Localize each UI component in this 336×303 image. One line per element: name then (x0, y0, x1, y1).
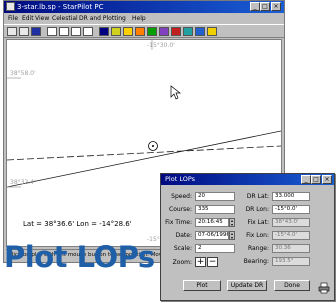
star-icon[interactable] (147, 27, 157, 36)
speed-field[interactable]: 20 (195, 192, 235, 201)
zoom-in-button[interactable]: + (195, 257, 206, 267)
done-button[interactable]: Done (274, 280, 310, 291)
dialog-close-button[interactable]: × (322, 175, 332, 184)
menu-help[interactable]: Help (132, 14, 146, 23)
close-button[interactable]: × (271, 2, 281, 11)
date-field[interactable]: 07-06/1996 (195, 231, 229, 240)
window-title: 3-star.lb.sp - StarPilot PC (17, 3, 104, 11)
maximize-button[interactable]: □ (260, 2, 270, 11)
range-field: 30.36 (272, 244, 310, 253)
copy-icon[interactable] (59, 27, 69, 36)
sun-icon[interactable] (111, 27, 121, 36)
menu-edit[interactable]: Edit (22, 14, 34, 23)
scale-label: Scale: (173, 245, 192, 252)
bearing-label: Bearing: (243, 258, 269, 265)
caption: Plot LOPs (4, 240, 155, 274)
dialog-minimize-button[interactable]: _ (301, 175, 311, 184)
mouse-cursor-icon (170, 85, 182, 100)
dr-lon-label: DR Lon: (245, 206, 269, 213)
date-spinner[interactable]: ▴ ▾ (229, 231, 235, 240)
course-label: Course: (169, 206, 192, 213)
menu-file[interactable]: File (8, 14, 18, 23)
printer-icon-svg (318, 282, 330, 294)
range-label: Range: (247, 245, 269, 252)
bearing-field: 193.5° (272, 257, 310, 266)
plot-lops-dialog: Plot LOPs _ □ × Speed: 20 Course: 335 Fi… (160, 173, 335, 301)
app-icon[interactable] (6, 2, 15, 11)
open-icon[interactable] (19, 27, 29, 36)
save-icon[interactable] (31, 27, 41, 36)
plot-icon[interactable] (99, 27, 109, 36)
menu-view[interactable]: View (35, 14, 49, 23)
grid-icon[interactable] (183, 27, 193, 36)
fix-marker-dot (152, 145, 154, 147)
paste-icon[interactable] (71, 27, 81, 36)
fix-time-label: Fix Time: (165, 219, 192, 226)
dr-lon-field[interactable]: -15°0.0' (272, 205, 310, 214)
minimize-button[interactable]: _ (250, 2, 260, 11)
dialog-title: Plot LOPs (165, 175, 196, 183)
planet-icon[interactable] (135, 27, 145, 36)
print-icon[interactable] (83, 27, 93, 36)
lop-line-dashed (7, 145, 281, 161)
fix-lon-field: -15°4.0' (272, 231, 310, 240)
title-bar[interactable]: 3-star.lb.sp - StarPilot PC _ □ × (4, 1, 284, 13)
position-readout: Lat = 38°36.6' Lon = -14°28.6' (23, 220, 132, 228)
menu-dr-and-plotting[interactable]: DR and Plotting (79, 14, 126, 23)
zoom-out-button[interactable]: − (207, 257, 218, 267)
fix-lat-field: 38°43.0' (272, 218, 310, 227)
scale-field[interactable]: 2 (195, 244, 235, 253)
fix-time-field[interactable]: 20:16:45 (195, 218, 229, 227)
moon-icon[interactable] (123, 27, 133, 36)
plot-button[interactable]: Plot (183, 280, 221, 291)
fix-lat-label: Fix Lat: (247, 219, 269, 226)
lop-icon[interactable] (159, 27, 169, 36)
toolbar (4, 24, 284, 38)
globe-icon[interactable] (195, 27, 205, 36)
dr-lat-field[interactable]: 33.000 (272, 192, 310, 201)
fix-lon-label: Fix Lon: (246, 232, 269, 239)
course-field[interactable]: 335 (195, 205, 235, 214)
cut-icon[interactable] (47, 27, 57, 36)
dialog-maximize-button[interactable]: □ (311, 175, 321, 184)
fix-time-spinner[interactable]: ▴ ▾ (229, 218, 235, 227)
coord-lower-left: 38°32.4' (10, 179, 36, 186)
help-icon[interactable] (207, 27, 217, 36)
printer-icon[interactable] (318, 279, 330, 294)
new-icon[interactable] (7, 27, 17, 36)
date-label: Date: (175, 232, 192, 239)
dr-lat-label: DR Lat: (246, 193, 269, 200)
zoom-label: Zoom: (172, 259, 192, 266)
speed-label: Speed: (171, 193, 192, 200)
menu-bar: File Edit View Celestial DR and Plotting… (4, 13, 284, 24)
dialog-title-bar[interactable]: Plot LOPs _ □ × (161, 174, 334, 185)
update-dr-button[interactable]: Update DR (227, 280, 267, 291)
menu-celestial[interactable]: Celestial (52, 14, 78, 23)
fix-icon[interactable] (171, 27, 181, 36)
coord-upper-left: 38°58.0' (10, 70, 36, 77)
coord-top: -15°30.0' (147, 42, 175, 49)
